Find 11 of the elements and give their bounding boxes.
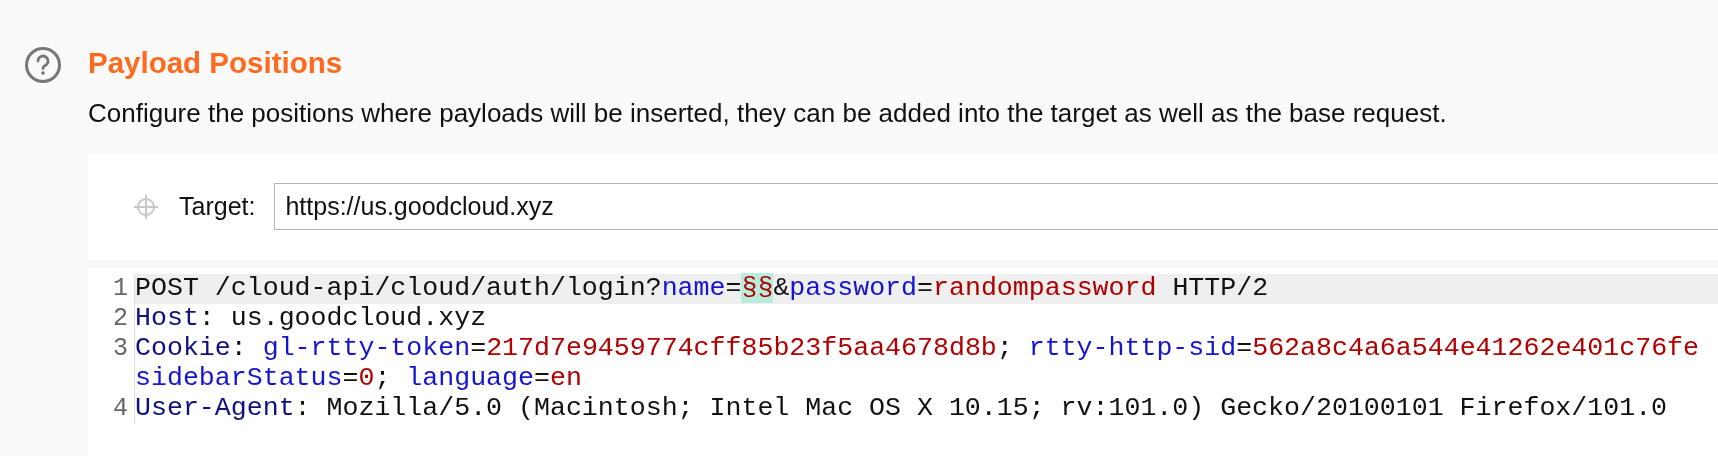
line-number: 3 (88, 334, 135, 364)
target-field[interactable]: https://us.goodcloud.xyz (274, 183, 1718, 230)
line-number: 2 (88, 304, 135, 334)
target-label: Target: (179, 192, 256, 221)
section-title: Payload Positions (88, 46, 344, 80)
code-line: User-Agent: Mozilla/5.0 (Macintosh; Intel Mac OS X 10.15; rv:101.0) Gecko/20100101 Firefox/101.0 (135, 393, 1669, 424)
code-line: Host: us.goodcloud.xyz (135, 304, 488, 334)
section-description: Configure the positions where payloads will be inserted, they can be added into the target as well as the base request. (88, 98, 1447, 128)
code-line: sidebarStatus=0; language=en (135, 364, 583, 394)
line-number: 4 (88, 393, 135, 424)
code-line: Cookie: gl-rtty-token=217d7e9459774cff85b23f5aa4678d8b; rtty-http-sid=562a8c4a6a544e41262e401c76fe (135, 334, 1701, 364)
